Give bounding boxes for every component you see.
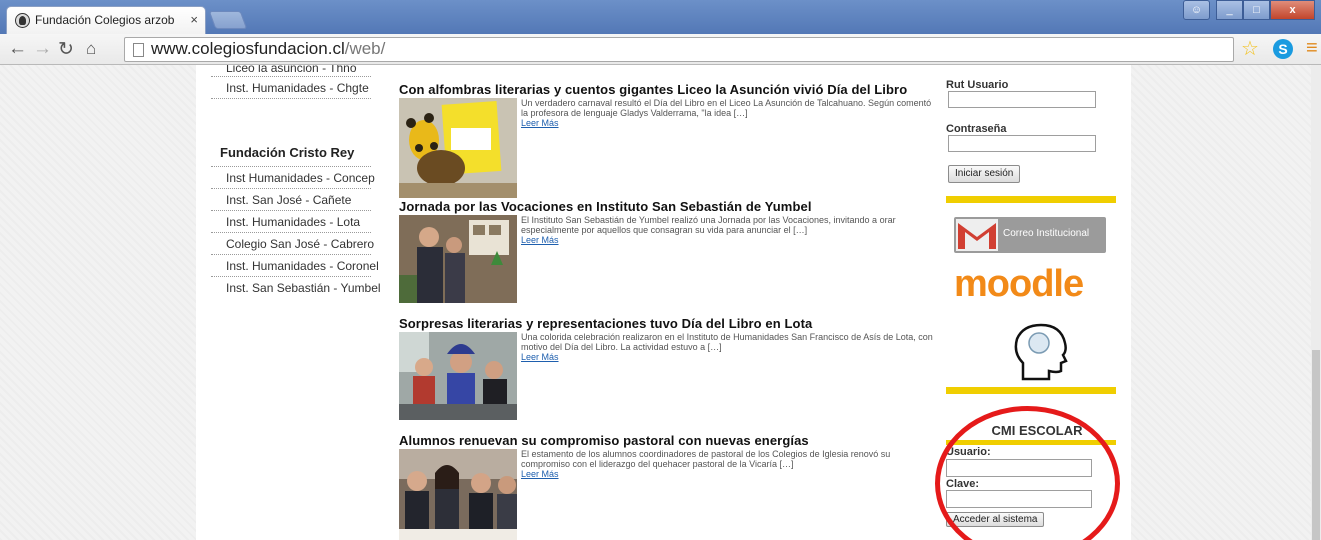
rut-input[interactable] (948, 91, 1096, 108)
tab-close-icon[interactable]: × (190, 12, 198, 27)
article-excerpt: El estamento de los alumnos coordinadore… (521, 449, 937, 479)
tab-title: Fundación Colegios arzob (35, 13, 175, 27)
sidebar-item[interactable]: Inst. Humanidades - Coronel (211, 255, 379, 277)
url-path: /web/ (344, 39, 386, 58)
article-title[interactable]: Sorpresas literarias y representaciones … (399, 316, 939, 331)
forward-arrow-icon[interactable]: → (33, 38, 52, 60)
user-profile-icon[interactable]: ☺ (1183, 0, 1210, 20)
sidebar-item[interactable]: Inst. San Sebastián - Yumbel (211, 277, 381, 299)
rut-label: Rut Usuario (946, 79, 1009, 91)
scrollbar-thumb[interactable] (1312, 350, 1320, 540)
browser-toolbar: ← → ↻ ⌂ www.colegiosfundacion.cl/web/ ☆ … (0, 34, 1321, 65)
news-article: Sorpresas literarias y representaciones … (399, 316, 939, 420)
news-article: Alumnos renuevan su compromiso pastoral … (399, 433, 939, 540)
reload-icon[interactable]: ↻ (58, 38, 74, 61)
news-article: Con alfombras literarias y cuentos gigan… (399, 82, 939, 198)
bookmark-star-icon[interactable]: ☆ (1241, 36, 1259, 61)
sidebar-item[interactable]: Liceo la asuncion - Thno (211, 65, 371, 77)
sidebar-nav: Liceo la asuncion - Thno Inst. Humanidad… (211, 65, 381, 299)
address-bar[interactable]: www.colegiosfundacion.cl/web/ (124, 37, 1234, 62)
article-thumbnail[interactable] (399, 215, 517, 303)
sidebar-item[interactable]: Inst. Humanidades - Chgte (211, 77, 371, 99)
site-favicon-icon (15, 13, 30, 28)
page-icon (133, 43, 144, 57)
browser-titlebar: Fundación Colegios arzob × ☺ _ □ x (0, 0, 1321, 34)
divider-bar (946, 387, 1116, 394)
sidebar-item[interactable]: Inst Humanidades - Concep (211, 167, 375, 189)
divider-bar (946, 196, 1116, 203)
password-input[interactable] (948, 135, 1096, 152)
excerpt-text: Un verdadero carnaval resultó el Día del… (521, 98, 932, 118)
mail-banner-text: Correo Institucional (1003, 228, 1090, 239)
excerpt-text: El Instituto San Sebastián de Yumbel rea… (521, 215, 896, 235)
skype-extension-icon[interactable]: S (1273, 39, 1293, 59)
browser-tab[interactable]: Fundación Colegios arzob × (6, 6, 206, 34)
read-more-link[interactable]: Leer Más (521, 235, 937, 245)
close-window-button[interactable]: x (1270, 0, 1315, 20)
article-thumbnail[interactable] (399, 332, 517, 420)
back-arrow-icon[interactable]: ← (8, 38, 27, 60)
read-more-link[interactable]: Leer Más (521, 469, 937, 479)
sidebar-group-title: Fundación Cristo Rey (211, 139, 371, 167)
new-tab-button[interactable] (208, 11, 248, 29)
excerpt-text: El estamento de los alumnos coordinadore… (521, 449, 891, 469)
article-title[interactable]: Alumnos renuevan su compromiso pastoral … (399, 433, 939, 448)
page-scrollbar[interactable] (1311, 65, 1321, 540)
window-controls: ☺ _ □ x (1183, 0, 1315, 20)
sidebar-item[interactable]: Inst. San José - Cañete (211, 189, 371, 211)
article-excerpt: Un verdadero carnaval resultó el Día del… (521, 98, 937, 128)
chrome-menu-icon[interactable]: ≡ (1306, 37, 1318, 60)
password-label: Contraseña (946, 123, 1007, 135)
article-excerpt: Una colorida celebración realizaron en e… (521, 332, 937, 362)
minimize-button[interactable]: _ (1216, 0, 1243, 20)
mail-banner-link[interactable]: Correo Institucional (954, 217, 1106, 253)
read-more-link[interactable]: Leer Más (521, 118, 937, 128)
sidebar-item[interactable]: Colegio San José - Cabrero (211, 233, 374, 255)
login-button[interactable]: Iniciar sesión (948, 165, 1021, 183)
excerpt-text: Una colorida celebración realizaron en e… (521, 332, 933, 352)
home-icon[interactable]: ⌂ (86, 39, 96, 59)
page-viewport: Liceo la asuncion - Thno Inst. Humanidad… (0, 65, 1321, 540)
maximize-button[interactable]: □ (1243, 0, 1270, 20)
news-article: Jornada por las Vocaciones en Instituto … (399, 199, 939, 303)
read-more-link[interactable]: Leer Más (521, 352, 937, 362)
article-excerpt: El Instituto San Sebastián de Yumbel rea… (521, 215, 937, 245)
article-title[interactable]: Jornada por las Vocaciones en Instituto … (399, 199, 939, 214)
article-title[interactable]: Con alfombras literarias y cuentos gigan… (399, 82, 939, 97)
article-thumbnail[interactable] (399, 98, 517, 198)
moodle-logo-link[interactable]: moodle (954, 263, 1084, 306)
sidebar-item[interactable]: Inst. Humanidades - Lota (211, 211, 371, 233)
gmail-icon (956, 219, 998, 251)
article-thumbnail[interactable] (399, 449, 517, 540)
brain-head-icon[interactable] (1011, 323, 1071, 381)
url-host: www.colegiosfundacion.cl (151, 39, 345, 58)
